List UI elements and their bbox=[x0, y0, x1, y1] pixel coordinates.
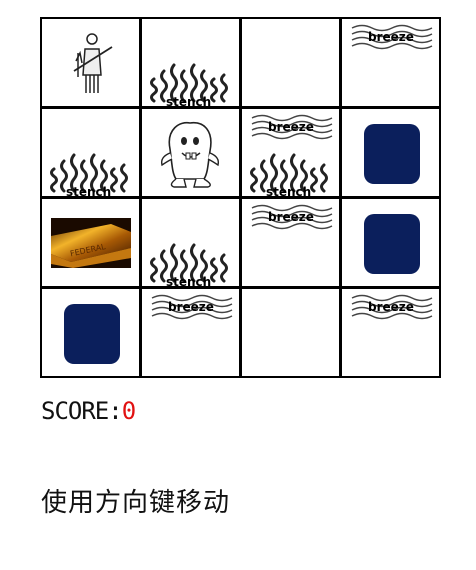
board-cell: breeze bbox=[342, 289, 439, 376]
gold-icon: FEDERAL bbox=[51, 218, 131, 268]
stench-label: stench bbox=[166, 95, 212, 106]
board-cell: stench bbox=[42, 109, 139, 196]
breeze-label: breeze bbox=[268, 120, 314, 134]
board-cell: breeze bbox=[142, 289, 239, 376]
board-cell bbox=[42, 19, 139, 106]
board-cell bbox=[342, 109, 439, 196]
stench-label: stench bbox=[166, 275, 212, 286]
board-cell: FEDERAL bbox=[42, 199, 139, 286]
score-display: SCORE:0 bbox=[41, 397, 136, 425]
hunter-icon bbox=[73, 33, 113, 93]
stench-label: stench bbox=[266, 185, 312, 196]
score-label: SCORE: bbox=[41, 397, 123, 425]
game-board[interactable]: stench breeze stench breeze stench FEDERAL s… bbox=[40, 17, 441, 378]
pit-icon bbox=[364, 214, 420, 274]
board-cell bbox=[142, 109, 239, 196]
stench-label: stench bbox=[66, 185, 112, 196]
board-cell: breeze bbox=[242, 199, 339, 286]
breeze-label: breeze bbox=[168, 300, 214, 314]
score-value: 0 bbox=[121, 397, 136, 425]
board-cell: breeze stench bbox=[242, 109, 339, 196]
board-cell bbox=[342, 199, 439, 286]
board-cell: stench bbox=[142, 19, 239, 106]
board-cell: stench bbox=[142, 199, 239, 286]
board-cell bbox=[242, 289, 339, 376]
pit-icon bbox=[64, 304, 120, 364]
breeze-label: breeze bbox=[368, 300, 414, 314]
controls-hint: 使用方向键移动 bbox=[41, 488, 231, 518]
breeze-label: breeze bbox=[368, 30, 414, 44]
breeze-label: breeze bbox=[268, 210, 314, 224]
board-cell bbox=[242, 19, 339, 106]
wumpus-icon bbox=[160, 121, 220, 188]
board-cell: breeze bbox=[342, 19, 439, 106]
pit-icon bbox=[364, 124, 420, 184]
board-cell bbox=[42, 289, 139, 376]
